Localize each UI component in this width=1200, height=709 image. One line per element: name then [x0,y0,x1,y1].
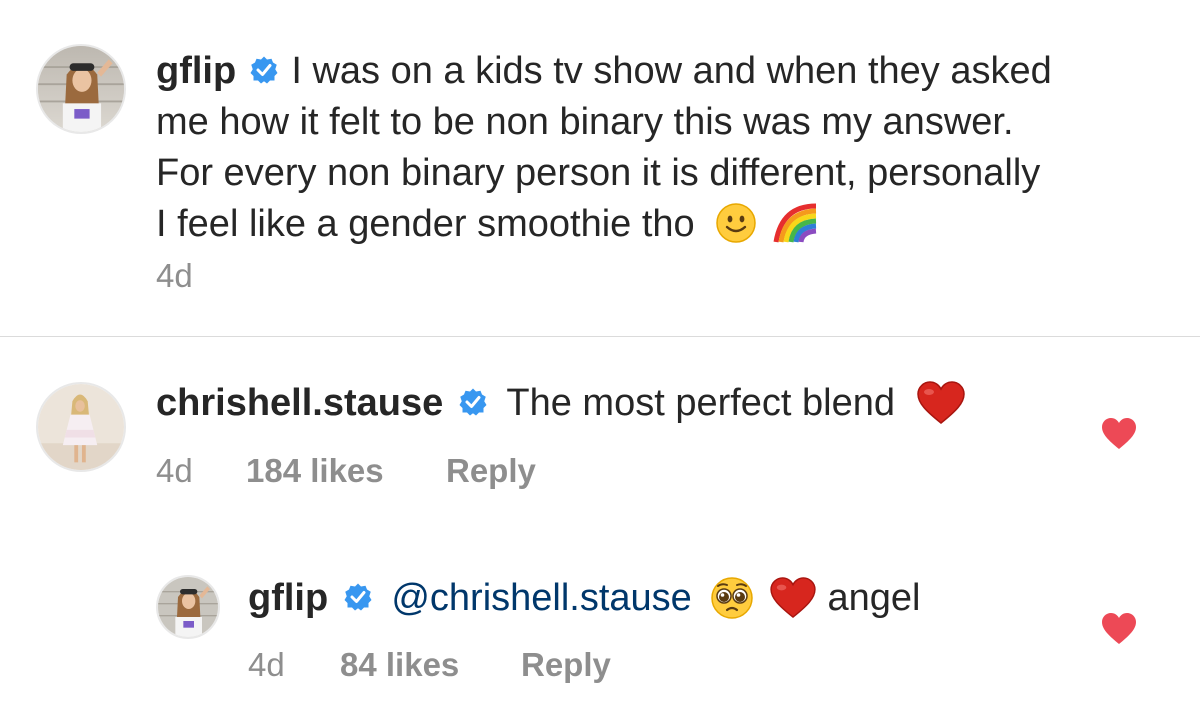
avatar-gflip-reply-image [158,577,218,637]
avatar-gflip-reply[interactable] [156,575,220,639]
avatar-chrishell-stause-image [38,384,124,470]
comment-1-text: The most perfect blend [506,382,896,424]
rainbow-emoji [772,202,820,244]
caption-timestamp: 4d [156,257,193,294]
comment-2-timestamp: 4d [248,646,285,683]
comment-2-likes[interactable]: 84 likes [340,646,459,684]
red-heart-emoji [769,577,817,619]
comment-1-body: chrishell.stause The most perfect blend [156,378,966,429]
comment-2-username[interactable]: gflip [248,577,328,619]
comment-1-like-heart-icon[interactable] [1100,417,1138,451]
avatar-chrishell-stause[interactable] [36,382,126,472]
pleading-face-emoji [710,576,754,620]
caption-line-3: For every non binary person it is differ… [156,152,1041,194]
comment-2-body: gflip @chrishell.stause angel [248,573,920,624]
avatar-gflip-image [38,46,124,132]
caption-line-1: gflip I was on a kids tv show and when t… [156,46,1052,97]
avatar-gflip[interactable] [36,44,126,134]
divider [0,336,1200,337]
comment-2-reply-button[interactable]: Reply [521,646,611,684]
comment-1-reply-button[interactable]: Reply [446,452,536,490]
comment-2-text: angel [827,577,921,619]
caption-text: gflip I was on a kids tv show and when t… [156,46,1052,250]
verified-badge-icon [249,55,279,85]
caption-username[interactable]: gflip [156,50,236,92]
comment-1-timestamp: 4d [156,452,193,489]
caption-line-4-text: I feel like a gender smoothie tho [156,203,695,245]
slightly-smiling-face-emoji [715,202,757,244]
comment-2-mention-link[interactable]: @chrishell.stause [391,577,691,619]
comment-2-like-heart-icon[interactable] [1100,612,1138,646]
verified-badge-icon [458,387,488,417]
comment-1-username[interactable]: chrishell.stause [156,382,443,424]
verified-badge-icon [343,582,373,612]
red-heart-emoji [916,381,966,425]
caption-line-2: me how it felt to be non binary this was… [156,101,1014,143]
caption-line-1-text: I was on a kids tv show and when they as… [291,50,1052,92]
caption-line-4: I feel like a gender smoothie tho [156,199,1052,250]
comment-1-likes[interactable]: 184 likes [246,452,384,490]
